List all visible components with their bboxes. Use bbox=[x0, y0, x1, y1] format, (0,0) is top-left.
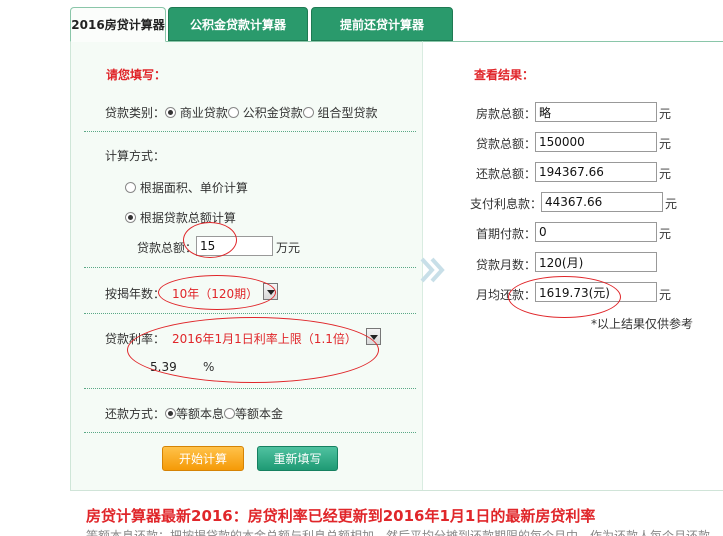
divider bbox=[84, 313, 416, 314]
article-body-cut: 等额本息还款：把按揭贷款的本金总额与利息总额相加，然后平均分摊到还款期限的每个月… bbox=[86, 529, 711, 536]
rate-number[interactable]: 5.39 bbox=[150, 360, 177, 374]
loan-type-row: 贷款类别： 商业贷款 公积金贷款 组合型贷款 bbox=[105, 104, 378, 121]
article-headline: 房贷计算器最新2016：房贷利率已经更新到2016年1月1日的最新房贷利率 bbox=[86, 507, 596, 525]
tab-bar: 2016房贷计算器 公积金贷款计算器 提前还贷计算器 bbox=[0, 0, 723, 42]
divider bbox=[84, 131, 416, 132]
result-unit: 元 bbox=[659, 107, 672, 121]
years-label: 按揭年数： bbox=[105, 287, 166, 301]
loan-total-unit: 万元 bbox=[276, 241, 301, 255]
tab-mortgage-calculator[interactable]: 2016房贷计算器 bbox=[70, 7, 166, 42]
radio-combined-loan[interactable] bbox=[302, 107, 314, 118]
divider bbox=[84, 432, 416, 433]
divider bbox=[84, 388, 416, 389]
calc-option-total-label: 根据贷款总额计算 bbox=[139, 211, 236, 225]
radio-calc-by-total[interactable] bbox=[125, 212, 136, 223]
double-chevron-right-icon bbox=[420, 257, 445, 283]
result-unit: 元 bbox=[659, 137, 672, 151]
result-label-house-total: 房款总额： bbox=[476, 107, 537, 121]
calc-method-label: 计算方式： bbox=[105, 149, 166, 163]
loan-type-commercial: 商业贷款 bbox=[179, 106, 228, 120]
radio-provident-loan[interactable] bbox=[227, 107, 239, 118]
result-interest bbox=[541, 192, 663, 212]
repay-equal-principal: 等额本金 bbox=[235, 407, 284, 421]
radio-equal-principal[interactable] bbox=[224, 408, 236, 419]
calc-option-area-label: 根据面积、单价计算 bbox=[139, 181, 248, 195]
years-dropdown-arrow-icon[interactable] bbox=[263, 283, 278, 300]
results-note: *以上结果仅供参考 bbox=[591, 317, 694, 331]
rate-select-value[interactable]: 2016年1月1日利率上限（1.1倍） bbox=[172, 330, 357, 347]
result-unit: 元 bbox=[659, 227, 672, 241]
calc-option-total: 根据贷款总额计算 bbox=[125, 209, 236, 226]
result-label-monthly: 月均还款： bbox=[476, 288, 537, 302]
result-house-total bbox=[535, 102, 657, 122]
tab-prepayment-calculator[interactable]: 提前还贷计算器 bbox=[311, 7, 453, 41]
repay-equal-installment: 等额本息 bbox=[176, 407, 225, 421]
radio-equal-installment[interactable] bbox=[165, 408, 177, 419]
rate-label: 贷款利率： bbox=[105, 332, 166, 346]
rate-unit: % bbox=[203, 360, 215, 374]
loan-type-provident: 公积金贷款 bbox=[242, 106, 303, 120]
loan-type-label: 贷款类别： bbox=[105, 106, 166, 120]
result-down-payment bbox=[535, 222, 657, 242]
result-label-months: 贷款月数： bbox=[476, 258, 537, 272]
result-months bbox=[535, 252, 657, 272]
repay-method-row: 还款方式： 等额本息 等额本金 bbox=[105, 405, 283, 422]
loan-type-combined: 组合型贷款 bbox=[317, 106, 378, 120]
result-repay-total bbox=[535, 162, 657, 182]
result-unit: 元 bbox=[659, 167, 672, 181]
calc-option-area: 根据面积、单价计算 bbox=[125, 179, 248, 196]
loan-total-input[interactable] bbox=[196, 236, 273, 256]
result-label-loan-total: 贷款总额： bbox=[476, 137, 537, 151]
result-label-interest: 支付利息款： bbox=[470, 197, 543, 211]
radio-calc-by-area[interactable] bbox=[125, 182, 136, 193]
rate-dropdown-arrow-icon[interactable] bbox=[366, 328, 381, 345]
repay-method-label: 还款方式： bbox=[105, 407, 166, 421]
loan-total-label: 贷款总额： bbox=[137, 241, 198, 255]
results-title: 查看结果： bbox=[474, 68, 535, 82]
form-title: 请您填写： bbox=[106, 68, 167, 82]
divider bbox=[84, 267, 416, 268]
result-label-repay-total: 还款总额： bbox=[476, 167, 537, 181]
years-select-value[interactable]: 10年（120期） bbox=[172, 285, 258, 302]
result-loan-total bbox=[535, 132, 657, 152]
result-unit: 元 bbox=[665, 197, 678, 211]
result-label-down-payment: 首期付款： bbox=[476, 227, 537, 241]
result-unit: 元 bbox=[659, 288, 672, 302]
reset-button[interactable]: 重新填写 bbox=[257, 446, 338, 471]
result-monthly bbox=[535, 282, 657, 302]
start-calculation-button[interactable]: 开始计算 bbox=[162, 446, 244, 471]
radio-commercial-loan[interactable] bbox=[165, 107, 177, 118]
tab-provident-fund-calculator[interactable]: 公积金贷款计算器 bbox=[168, 7, 308, 41]
